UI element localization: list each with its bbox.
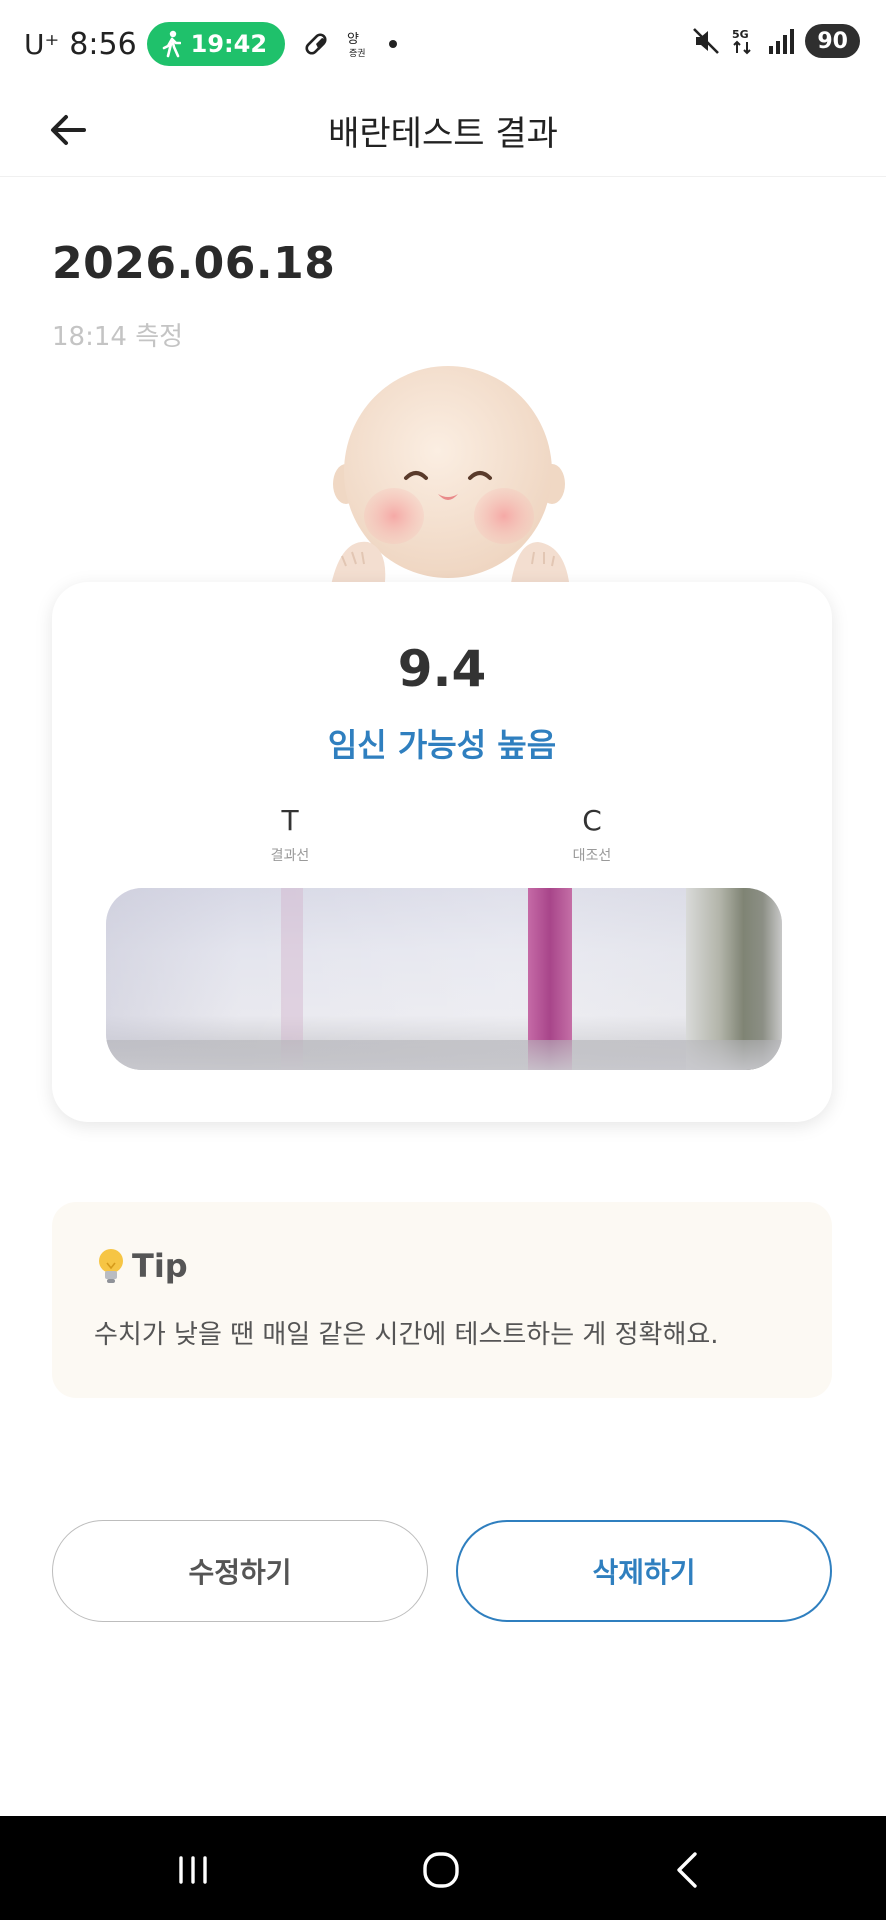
recent-apps-icon[interactable] <box>169 1846 217 1894</box>
battery-indicator: 90 <box>805 24 860 58</box>
pill-icon <box>305 33 327 55</box>
test-date: 2026.06.18 <box>52 238 336 289</box>
lightbulb-icon <box>99 1249 123 1283</box>
page-title: 배란테스트 결과 <box>328 114 558 154</box>
c-sublabel: 대조선 <box>572 848 612 864</box>
mute-icon <box>693 28 720 54</box>
clock: 8:56 <box>69 26 137 62</box>
tip-title-text: Tip <box>132 1247 188 1285</box>
t-sublabel: 결과선 <box>270 848 310 864</box>
delete-button[interactable]: 삭제하기 <box>456 1520 832 1622</box>
svg-text:증권: 증권 <box>349 47 366 59</box>
svg-text:5G: 5G <box>732 28 749 41</box>
result-card: 9.4 임신 가능성 높음 T 결과선 C 대조선 <box>52 582 832 1122</box>
signal-icon <box>769 29 795 54</box>
baby-character-illustration <box>330 366 570 590</box>
tip-box: Tip 수치가 낮을 땐 매일 같은 시간에 테스트하는 게 정확해요. <box>52 1202 832 1398</box>
tip-title: Tip <box>94 1246 188 1286</box>
walk-icon <box>162 30 181 58</box>
carrier-label: U⁺ <box>24 27 60 61</box>
measured-time: 18:14 측정 <box>52 322 184 352</box>
battery-level: 90 <box>817 28 848 54</box>
app-header: 배란테스트 결과 <box>0 84 886 177</box>
t-letter: T <box>281 804 299 837</box>
svg-text:양: 양 <box>347 32 359 47</box>
back-nav-icon[interactable] <box>665 1846 713 1894</box>
system-navigation-bar <box>0 1816 886 1920</box>
walk-timer-pill[interactable]: 19:42 <box>146 22 286 66</box>
edit-button[interactable]: 수정하기 <box>52 1520 428 1622</box>
strip-bottom-shadow <box>106 1040 782 1070</box>
app-notification-icon: 양 증권 <box>347 32 366 59</box>
walk-timer-text: 19:42 <box>190 30 268 58</box>
more-notifications-dot-icon <box>389 40 398 48</box>
status-bar: U⁺ 8:56 19:42 양 증권 5G 90 <box>0 0 886 84</box>
t-line-label: T 결과선 <box>230 804 350 865</box>
c-line-label: C 대조선 <box>532 804 652 865</box>
lh-score: 9.4 <box>397 640 487 698</box>
c-letter: C <box>582 804 602 837</box>
network-5g-icon: 5G <box>732 28 752 55</box>
home-icon[interactable] <box>417 1846 465 1894</box>
result-status: 임신 가능성 높음 <box>327 726 557 764</box>
test-strip-image[interactable] <box>106 888 782 1070</box>
tip-text: 수치가 낮을 땐 매일 같은 시간에 테스트하는 게 정확해요. <box>94 1320 719 1350</box>
